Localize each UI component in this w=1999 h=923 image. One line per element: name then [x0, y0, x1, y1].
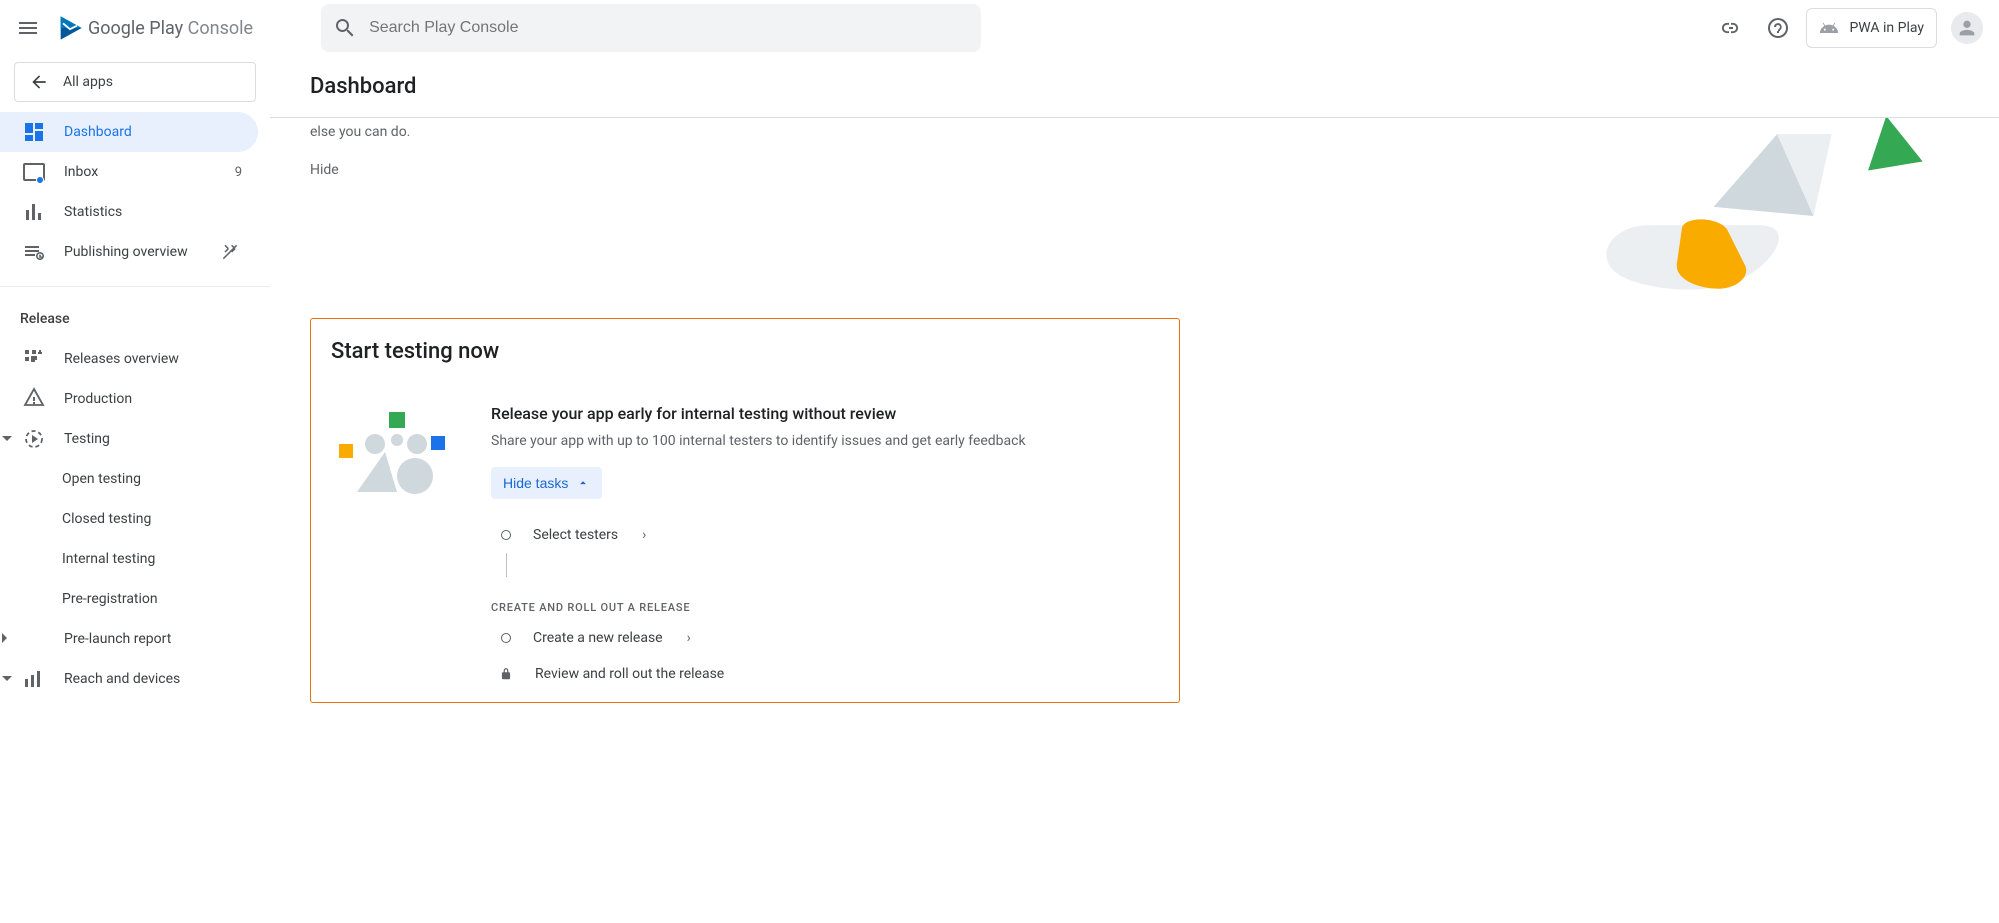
play-console-logo[interactable]: Google Play Console [56, 14, 253, 42]
sidebar-item-internal-testing[interactable]: Internal testing [0, 539, 258, 579]
task-review-rollout: Review and roll out the release [491, 656, 1026, 692]
sidebar-label-testing: Testing [64, 431, 242, 447]
reach-devices-icon [22, 667, 46, 691]
sidebar-label-production: Production [64, 391, 242, 407]
chevron-right-icon: › [642, 527, 646, 543]
bullet-icon [501, 530, 511, 540]
help-icon [1766, 16, 1790, 40]
sidebar-item-dashboard[interactable]: Dashboard [0, 112, 258, 152]
task-create-release[interactable]: Create a new release › [491, 620, 1026, 656]
chevron-down-icon [2, 436, 12, 446]
card-subtitle: Share your app with up to 100 internal t… [491, 433, 1026, 449]
chevron-right-icon: › [687, 630, 691, 646]
sidebar-item-inbox[interactable]: Inbox 9 [0, 152, 258, 192]
section-title-start-testing: Start testing now [331, 339, 1159, 364]
task-connector [506, 553, 1026, 577]
play-logo-icon [56, 14, 84, 42]
hide-link[interactable]: Hide [310, 162, 410, 178]
arrow-left-icon [29, 72, 49, 92]
account-switcher[interactable]: PWA in Play [1806, 8, 1937, 48]
page-title: Dashboard [310, 74, 1959, 99]
inbox-count: 9 [235, 165, 242, 180]
publishing-overview-icon [22, 240, 46, 264]
section-header-release: Release [0, 291, 270, 339]
all-apps-button[interactable]: All apps [14, 62, 256, 102]
sidebar-label-releases-overview: Releases overview [64, 351, 242, 367]
card-title: Release your app early for internal test… [491, 404, 1026, 423]
android-icon [1819, 18, 1839, 38]
sidebar-label-dashboard: Dashboard [64, 124, 242, 140]
hide-tasks-button[interactable]: Hide tasks [491, 467, 602, 499]
sidebar-item-pre-launch-report[interactable]: Pre-launch report [0, 619, 258, 659]
sidebar-item-open-testing[interactable]: Open testing [0, 459, 258, 499]
sidebar-label-pre-launch-report: Pre-launch report [64, 631, 242, 647]
sidebar-item-releases-overview[interactable]: Releases overview [0, 339, 258, 379]
chevron-up-icon [576, 476, 590, 490]
all-apps-label: All apps [63, 74, 113, 90]
sidebar: All apps Dashboard Inbox 9 Statistics [0, 56, 270, 923]
production-icon [22, 387, 46, 411]
task-select-testers[interactable]: Select testers › [491, 517, 1026, 553]
sidebar-item-statistics[interactable]: Statistics [0, 192, 258, 232]
unread-dot-icon [36, 176, 44, 184]
chevron-right-icon [2, 633, 12, 643]
profile-avatar[interactable] [1951, 12, 1983, 44]
search-box[interactable] [321, 4, 981, 52]
link-icon [1718, 16, 1742, 40]
main-content: Dashboard else you can do. Hide Start te… [270, 56, 1999, 923]
sidebar-label-statistics: Statistics [64, 204, 242, 220]
sidebar-item-closed-testing[interactable]: Closed testing [0, 499, 258, 539]
search-icon [333, 16, 357, 40]
person-icon [1956, 17, 1978, 39]
top-bar: Google Play Console PWA in Play [0, 0, 1999, 56]
managed-publishing-off-icon [218, 242, 242, 262]
search-input[interactable] [369, 19, 969, 37]
testing-icon [22, 427, 46, 451]
sidebar-item-pre-registration[interactable]: Pre-registration [0, 579, 258, 619]
releases-overview-icon [22, 347, 46, 371]
hamburger-menu-button[interactable] [8, 8, 48, 48]
sidebar-label-reach-devices: Reach and devices [64, 671, 242, 687]
hamburger-icon [16, 16, 40, 40]
sidebar-item-reach-and-devices[interactable]: Reach and devices [0, 659, 258, 699]
sidebar-label-inbox: Inbox [64, 164, 217, 180]
bullet-icon [501, 633, 511, 643]
testing-illustration [331, 404, 461, 504]
chevron-down-icon [2, 676, 12, 686]
sidebar-item-production[interactable]: Production [0, 379, 258, 419]
sidebar-label-publishing: Publishing overview [64, 244, 200, 260]
sidebar-item-publishing-overview[interactable]: Publishing overview [0, 232, 258, 272]
start-testing-card: Start testing now Release your app early [310, 318, 1180, 703]
account-name: PWA in Play [1849, 20, 1924, 36]
sidebar-item-testing[interactable]: Testing [0, 419, 258, 459]
dashboard-icon [22, 120, 46, 144]
statistics-icon [22, 200, 46, 224]
help-icon-button[interactable] [1758, 8, 1798, 48]
lock-icon [499, 667, 513, 681]
page-header: Dashboard [270, 56, 1999, 118]
subhead-create-rollout: CREATE AND ROLL OUT A RELEASE [491, 601, 1026, 614]
logo-text: Google Play Console [88, 18, 253, 39]
link-icon-button[interactable] [1710, 8, 1750, 48]
fragment-text: else you can do. [310, 124, 410, 140]
